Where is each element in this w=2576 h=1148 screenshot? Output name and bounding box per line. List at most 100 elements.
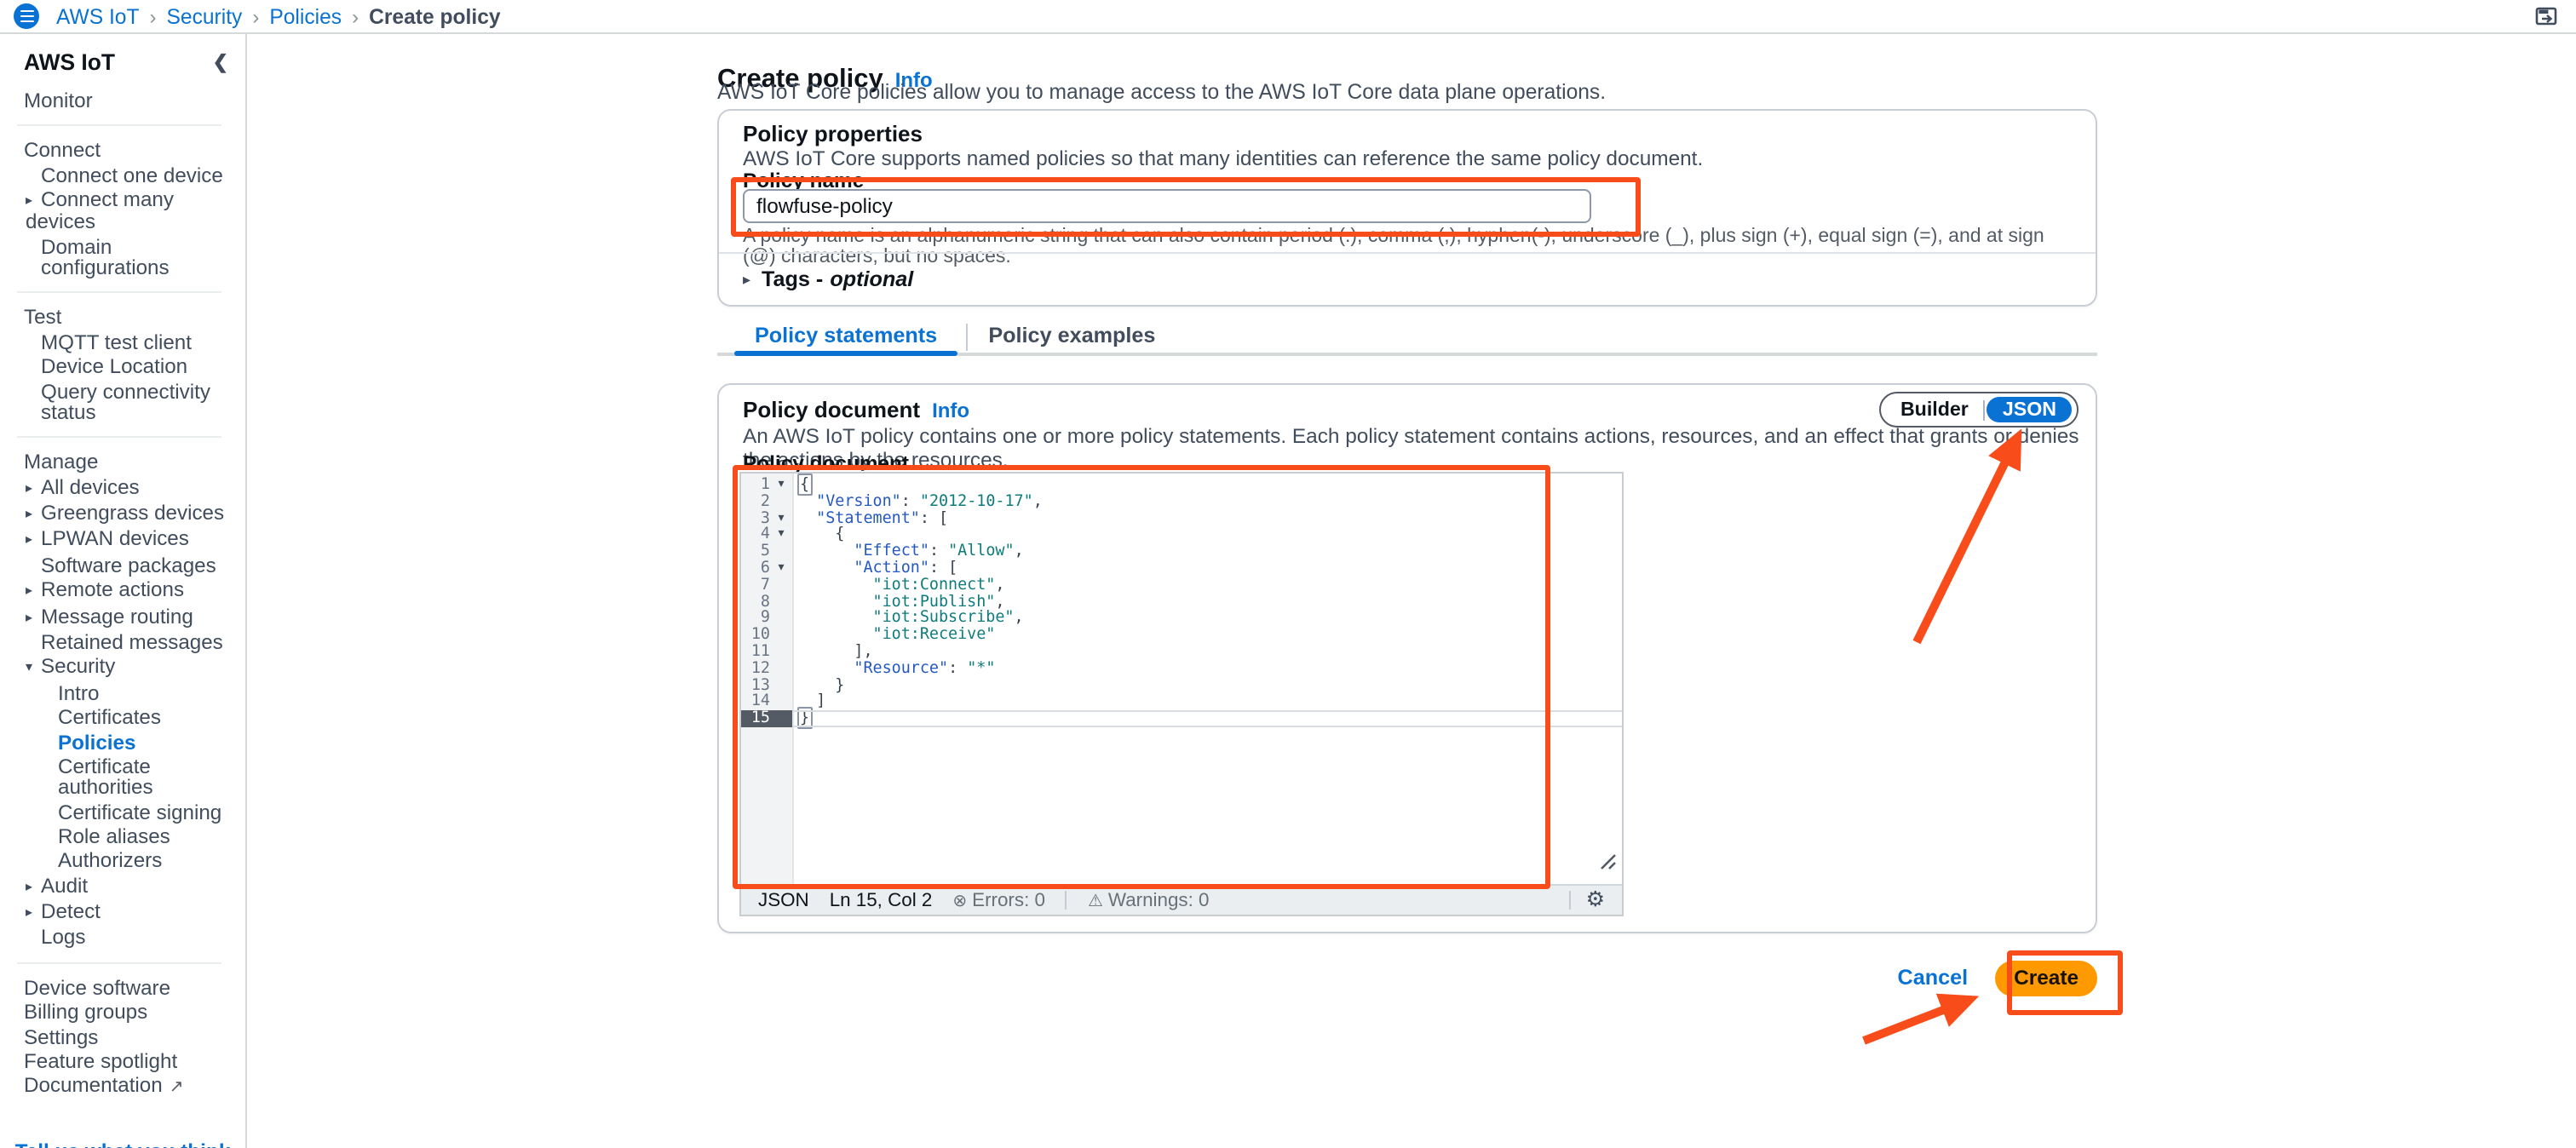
collapse-sidebar-icon[interactable]: ❮ [213, 51, 228, 73]
chevron-right-icon[interactable]: ▸ [26, 504, 41, 525]
editor-line-3[interactable]: 3▾ "Statement": [ [741, 510, 1622, 527]
sidebar-item-label: Remote actions [41, 577, 184, 601]
chevron-right-icon[interactable]: ▸ [26, 531, 41, 551]
resize-handle-icon[interactable] [1598, 848, 1617, 879]
sidebar-item-intro[interactable]: Intro [0, 680, 245, 705]
tags-expandable-section[interactable]: ▸ Tags - optional [719, 252, 2096, 305]
sidebar-item-detect[interactable]: ▸Detect [0, 899, 245, 926]
sidebar-item-label: Settings [24, 1025, 98, 1048]
editor-body[interactable]: 1▾{2 "Version": "2012-10-17",3▾ "Stateme… [741, 474, 1622, 886]
sidebar-item-connect-one-device[interactable]: Connect one device [0, 164, 245, 188]
sidebar-item-billing-groups[interactable]: Billing groups [0, 1000, 245, 1025]
sidebar: AWS IoT ❮ MonitorConnectConnect one devi… [0, 34, 247, 1148]
sidebar-item-lpwan-devices[interactable]: ▸LPWAN devices [0, 527, 245, 554]
chevron-down-icon[interactable]: ▾ [26, 658, 41, 679]
line-number: 1 [741, 477, 770, 494]
breadcrumb-policies[interactable]: Policies [269, 4, 342, 28]
breadcrumb-separator-icon: › [352, 4, 359, 28]
editor-line-15[interactable]: 15} [741, 710, 1622, 727]
sidebar-item-authorizers[interactable]: Authorizers [0, 848, 245, 873]
line-number: 12 [741, 661, 770, 678]
chevron-right-icon[interactable]: ▸ [26, 581, 41, 601]
editor-line-14[interactable]: 14 ] [741, 694, 1622, 711]
sidebar-item-label: Authorizers [58, 849, 162, 873]
fold-arrow-icon[interactable]: ▾ [770, 510, 792, 527]
sidebar-item-mqtt-test-client[interactable]: MQTT test client [0, 330, 245, 355]
policy-document-title: Policy documentInfo [743, 397, 969, 422]
sidebar-item-all-devices[interactable]: ▸All devices [0, 474, 245, 501]
chevron-right-icon[interactable]: ▸ [26, 903, 41, 923]
sidebar-item-certificate-authorities[interactable]: Certificate authorities [0, 755, 245, 800]
fold-arrow-icon[interactable]: ▾ [770, 477, 792, 494]
sidebar-item-label: Logs [41, 926, 85, 950]
chevron-right-icon[interactable]: ▸ [26, 192, 41, 212]
main-content: Create policyInfo AWS IoT Core policies … [249, 34, 2576, 1148]
sidebar-item-security[interactable]: ▾Security [0, 655, 245, 681]
sidebar-item-logs[interactable]: Logs [0, 926, 245, 950]
status-cursor-position: Ln 15, Col 2 [830, 890, 933, 910]
create-button[interactable]: Create [1995, 960, 2097, 996]
tab-label: Policy statements [734, 322, 957, 347]
code-text: "iot:Receive" [792, 627, 995, 644]
policy-name-input[interactable] [743, 189, 1591, 223]
tab-policy-statements[interactable]: Policy statements [734, 322, 957, 356]
sidebar-item-domain-configurations[interactable]: Domain configurations [0, 235, 245, 280]
fold-spacer [770, 543, 792, 560]
chevron-right-icon[interactable]: ▸ [26, 876, 41, 897]
sidebar-item-device-software[interactable]: Device software [0, 976, 245, 1001]
sidebar-item-role-aliases[interactable]: Role aliases [0, 824, 245, 849]
editor-settings-gear-icon[interactable]: ⚙ [1586, 890, 1605, 911]
sidebar-item-settings[interactable]: Settings [0, 1025, 245, 1049]
line-number: 6 [741, 560, 770, 577]
breadcrumb-separator-icon: › [252, 4, 259, 28]
breadcrumb-create-policy: Create policy [369, 4, 500, 28]
fold-spacer [770, 577, 792, 594]
sidebar-item-message-routing[interactable]: ▸Message routing [0, 604, 245, 630]
sidebar-item-query-connectivity-status[interactable]: Query connectivity status [0, 379, 245, 424]
sidebar-item-label: Connect many devices [26, 188, 174, 234]
toggle-option-json[interactable]: JSON [1987, 397, 2072, 423]
editor-line-10[interactable]: 10 "iot:Receive" [741, 627, 1622, 644]
cancel-link[interactable]: Cancel [1898, 966, 1969, 990]
sidebar-item-connect-many-devices[interactable]: ▸Connect many devices [0, 187, 245, 234]
sidebar-item-device-location[interactable]: Device Location [0, 354, 245, 379]
sidebar-item-remote-actions[interactable]: ▸Remote actions [0, 577, 245, 604]
editor-status-bar: JSON Ln 15, Col 2 ⊗Errors: 0 ⚠Warnings: … [741, 884, 1622, 915]
hamburger-menu-icon[interactable] [14, 3, 39, 29]
sidebar-item-certificate-signing[interactable]: Certificate signing [0, 800, 245, 824]
sidebar-item-label: Certificate authorities [58, 755, 153, 799]
toggle-option-builder[interactable]: Builder [1885, 399, 1984, 421]
sidebar-item-connect: Connect [0, 139, 245, 164]
json-code-editor[interactable]: 1▾{2 "Version": "2012-10-17",3▾ "Stateme… [739, 472, 1624, 916]
chevron-right-icon[interactable]: ▸ [26, 478, 41, 498]
sidebar-item-label: Detect [41, 899, 101, 923]
sidebar-item-label: Security [41, 655, 115, 679]
sidebar-item-policies[interactable]: Policies [0, 730, 245, 755]
sidebar-item-certificates[interactable]: Certificates [0, 705, 245, 730]
sidebar-divider [17, 436, 221, 438]
fold-arrow-icon[interactable]: ▾ [770, 527, 792, 544]
sidebar-item-greengrass-devices[interactable]: ▸Greengrass devices [0, 501, 245, 527]
fold-arrow-icon[interactable]: ▾ [770, 560, 792, 577]
breadcrumb-security[interactable]: Security [167, 4, 243, 28]
policy-document-description: An AWS IoT policy contains one or more p… [743, 424, 2096, 472]
sidebar-item-software-packages[interactable]: Software packages [0, 553, 245, 577]
active-tab-underline [734, 351, 957, 356]
tags-optional-label: optional [830, 267, 913, 291]
tab-policy-examples[interactable]: Policy examples [968, 322, 1176, 356]
sidebar-item-documentation[interactable]: Documentation↗ [0, 1074, 245, 1102]
policy-document-info-link[interactable]: Info [932, 399, 969, 422]
sidebar-item-retained-messages[interactable]: Retained messages [0, 630, 245, 655]
feedback-link[interactable]: Tell us what you think [0, 1139, 245, 1148]
chevron-right-icon[interactable]: ▸ [26, 607, 41, 628]
sidebar-item-audit[interactable]: ▸Audit [0, 873, 245, 899]
fold-spacer [770, 611, 792, 628]
breadcrumb-separator-icon: › [150, 4, 157, 28]
editor-line-13[interactable]: 13 } [741, 677, 1622, 694]
editor-line-12[interactable]: 12 "Resource": "*" [741, 661, 1622, 678]
breadcrumb-aws-iot[interactable]: AWS IoT [56, 4, 140, 28]
side-panel-toggle-icon[interactable] [2535, 7, 2557, 26]
sidebar-item-monitor[interactable]: Monitor [0, 89, 245, 113]
sidebar-item-label: MQTT test client [41, 330, 192, 354]
sidebar-item-feature-spotlight[interactable]: Feature spotlight [0, 1049, 245, 1074]
